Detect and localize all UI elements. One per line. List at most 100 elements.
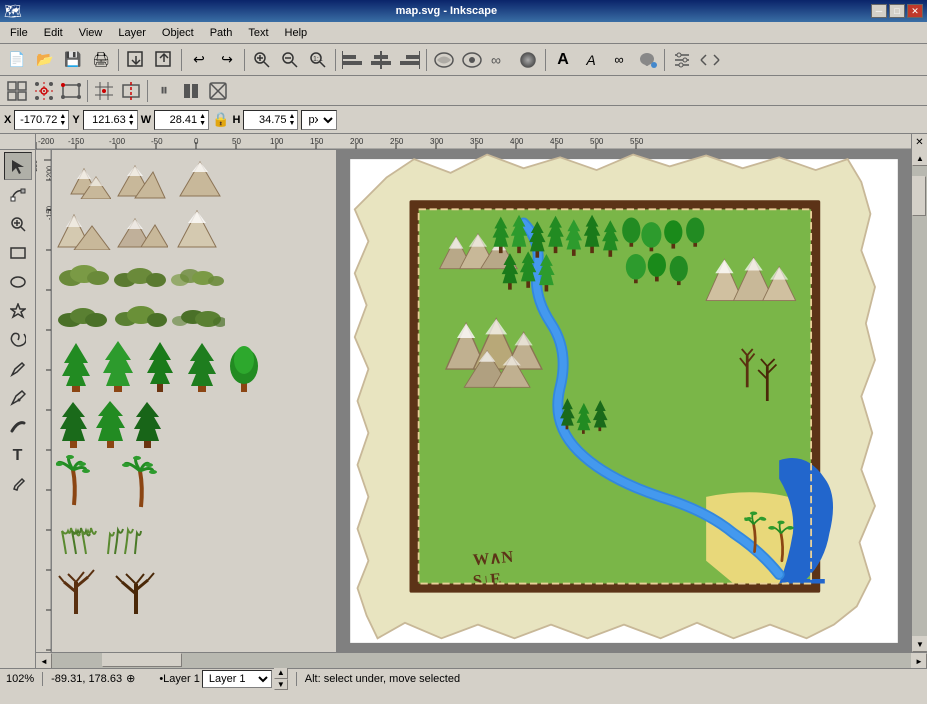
color3-button[interactable]: ∞ [487, 47, 513, 73]
zoom-out-button[interactable] [277, 47, 303, 73]
redo-button[interactable]: ↪ [214, 47, 240, 73]
h-scroll-track[interactable] [52, 653, 911, 668]
minimize-button[interactable]: ─ [871, 4, 887, 18]
align-center-button[interactable] [368, 47, 394, 73]
layer-up[interactable]: ▲ [274, 667, 288, 679]
h-up-arrow[interactable]: ▲ [289, 113, 296, 120]
menu-layer[interactable]: Layer [110, 25, 154, 41]
zoom-in-button[interactable] [249, 47, 275, 73]
tree-sprite-5[interactable] [224, 338, 264, 393]
color1-button[interactable] [431, 47, 457, 73]
h-input[interactable]: 34.75 ▲ ▼ [243, 110, 298, 130]
y-up-arrow[interactable]: ▲ [128, 113, 135, 120]
grass-sprite-1[interactable] [56, 516, 101, 556]
layer-down[interactable]: ▼ [274, 679, 288, 691]
export-button[interactable] [151, 47, 177, 73]
w-arrows[interactable]: ▲ ▼ [199, 113, 206, 127]
y-arrows[interactable]: ▲ ▼ [128, 113, 135, 127]
layer-select[interactable]: Layer 1 [202, 670, 272, 688]
import-button[interactable] [123, 47, 149, 73]
tree-sprite-3[interactable] [140, 338, 180, 393]
star-tool[interactable] [4, 297, 32, 325]
menu-text[interactable]: Text [240, 25, 276, 41]
snap-nodes[interactable] [31, 78, 57, 104]
text3-btn[interactable]: ∞ [606, 47, 632, 73]
pause-button[interactable]: ⏸ [151, 78, 177, 104]
lock-aspect-icon[interactable]: 🔒 [212, 111, 229, 128]
bush-sprite-4[interactable] [56, 297, 111, 332]
align-left-button[interactable] [340, 47, 366, 73]
ruler-crosshair[interactable]: ✕ [911, 134, 927, 150]
snap-edge[interactable] [118, 78, 144, 104]
mountain-sprite-2[interactable] [113, 154, 168, 199]
mountain-sprite-4[interactable] [56, 205, 111, 250]
dead-tree-sprite-2[interactable] [108, 562, 158, 617]
pen-tool[interactable] [4, 384, 32, 412]
select-tool[interactable] [4, 152, 32, 180]
menu-edit[interactable]: Edit [36, 25, 71, 41]
w-up-arrow[interactable]: ▲ [199, 113, 206, 120]
tree-sprite-2[interactable] [98, 338, 138, 393]
mountain-sprite-3[interactable] [170, 154, 225, 199]
rect-tool[interactable] [4, 239, 32, 267]
maximize-button[interactable]: □ [889, 4, 905, 18]
color4-button[interactable] [515, 47, 541, 73]
snap-toggle[interactable] [4, 78, 30, 104]
text-tool[interactable]: T [4, 442, 32, 470]
x-down-arrow[interactable]: ▼ [59, 120, 66, 127]
stop-button[interactable] [178, 78, 204, 104]
grass-sprite-2[interactable] [103, 516, 148, 556]
menu-file[interactable]: File [2, 25, 36, 41]
new-button[interactable]: 📄 [4, 47, 30, 73]
open-button[interactable]: 📂 [32, 47, 58, 73]
menu-object[interactable]: Object [154, 25, 202, 41]
vertical-scrollbar[interactable]: ▲ ▼ [911, 150, 927, 652]
bush-sprite-2[interactable] [113, 256, 168, 291]
scroll-track[interactable] [912, 166, 927, 636]
color2-button[interactable] [459, 47, 485, 73]
spiral-tool[interactable] [4, 326, 32, 354]
menu-help[interactable]: Help [277, 25, 316, 41]
calligraphy-tool[interactable] [4, 413, 32, 441]
mountain-sprite-1[interactable] [56, 154, 111, 199]
w-down-arrow[interactable]: ▼ [199, 120, 206, 127]
save-button[interactable]: 💾 [60, 47, 86, 73]
h-arrows[interactable]: ▲ ▼ [289, 113, 296, 127]
scroll-down-button[interactable]: ▼ [912, 636, 927, 652]
print-button[interactable]: 🖨 [88, 47, 114, 73]
h-scroll-thumb[interactable] [102, 653, 182, 667]
text-tool-btn[interactable]: A [550, 47, 576, 73]
pine-sprite-3[interactable] [130, 399, 165, 449]
ellipse-tool[interactable] [4, 268, 32, 296]
undo-button[interactable]: ↩ [186, 47, 212, 73]
align-right-button[interactable] [396, 47, 422, 73]
bush-sprite-5[interactable] [113, 297, 168, 332]
mountain-sprite-6[interactable] [170, 205, 225, 250]
palm-sprite-2[interactable] [113, 455, 168, 510]
snap-grid[interactable] [91, 78, 117, 104]
dead-tree-sprite-1[interactable] [56, 562, 106, 617]
zoom-tool[interactable] [4, 210, 32, 238]
bush-sprite-3[interactable] [170, 256, 225, 291]
pine-sprite-1[interactable] [56, 399, 91, 449]
x-up-arrow[interactable]: ▲ [59, 113, 66, 120]
menu-view[interactable]: View [71, 25, 111, 41]
scroll-left-button[interactable]: ◄ [36, 653, 52, 668]
y-down-arrow[interactable]: ▼ [128, 120, 135, 127]
pencil-tool[interactable] [4, 355, 32, 383]
zoom-fit-button[interactable]: 1:1 [305, 47, 331, 73]
bush-sprite-6[interactable] [170, 297, 225, 332]
w-input[interactable]: 28.41 ▲ ▼ [154, 110, 209, 130]
dropper-tool[interactable] [4, 471, 32, 499]
tree-sprite-4[interactable] [182, 338, 222, 393]
tree-sprite-1[interactable] [56, 338, 96, 393]
paint-bucket-btn[interactable] [634, 47, 660, 73]
text2-btn[interactable]: A [578, 47, 604, 73]
y-input[interactable]: 121.63 ▲ ▼ [83, 110, 138, 130]
node-tool[interactable] [4, 181, 32, 209]
bush-sprite-1[interactable] [56, 256, 111, 291]
unit-select[interactable]: px mm cm in pt [301, 110, 337, 130]
pine-sprite-2[interactable] [93, 399, 128, 449]
xml-button[interactable] [697, 47, 723, 73]
scroll-thumb[interactable] [912, 176, 926, 216]
